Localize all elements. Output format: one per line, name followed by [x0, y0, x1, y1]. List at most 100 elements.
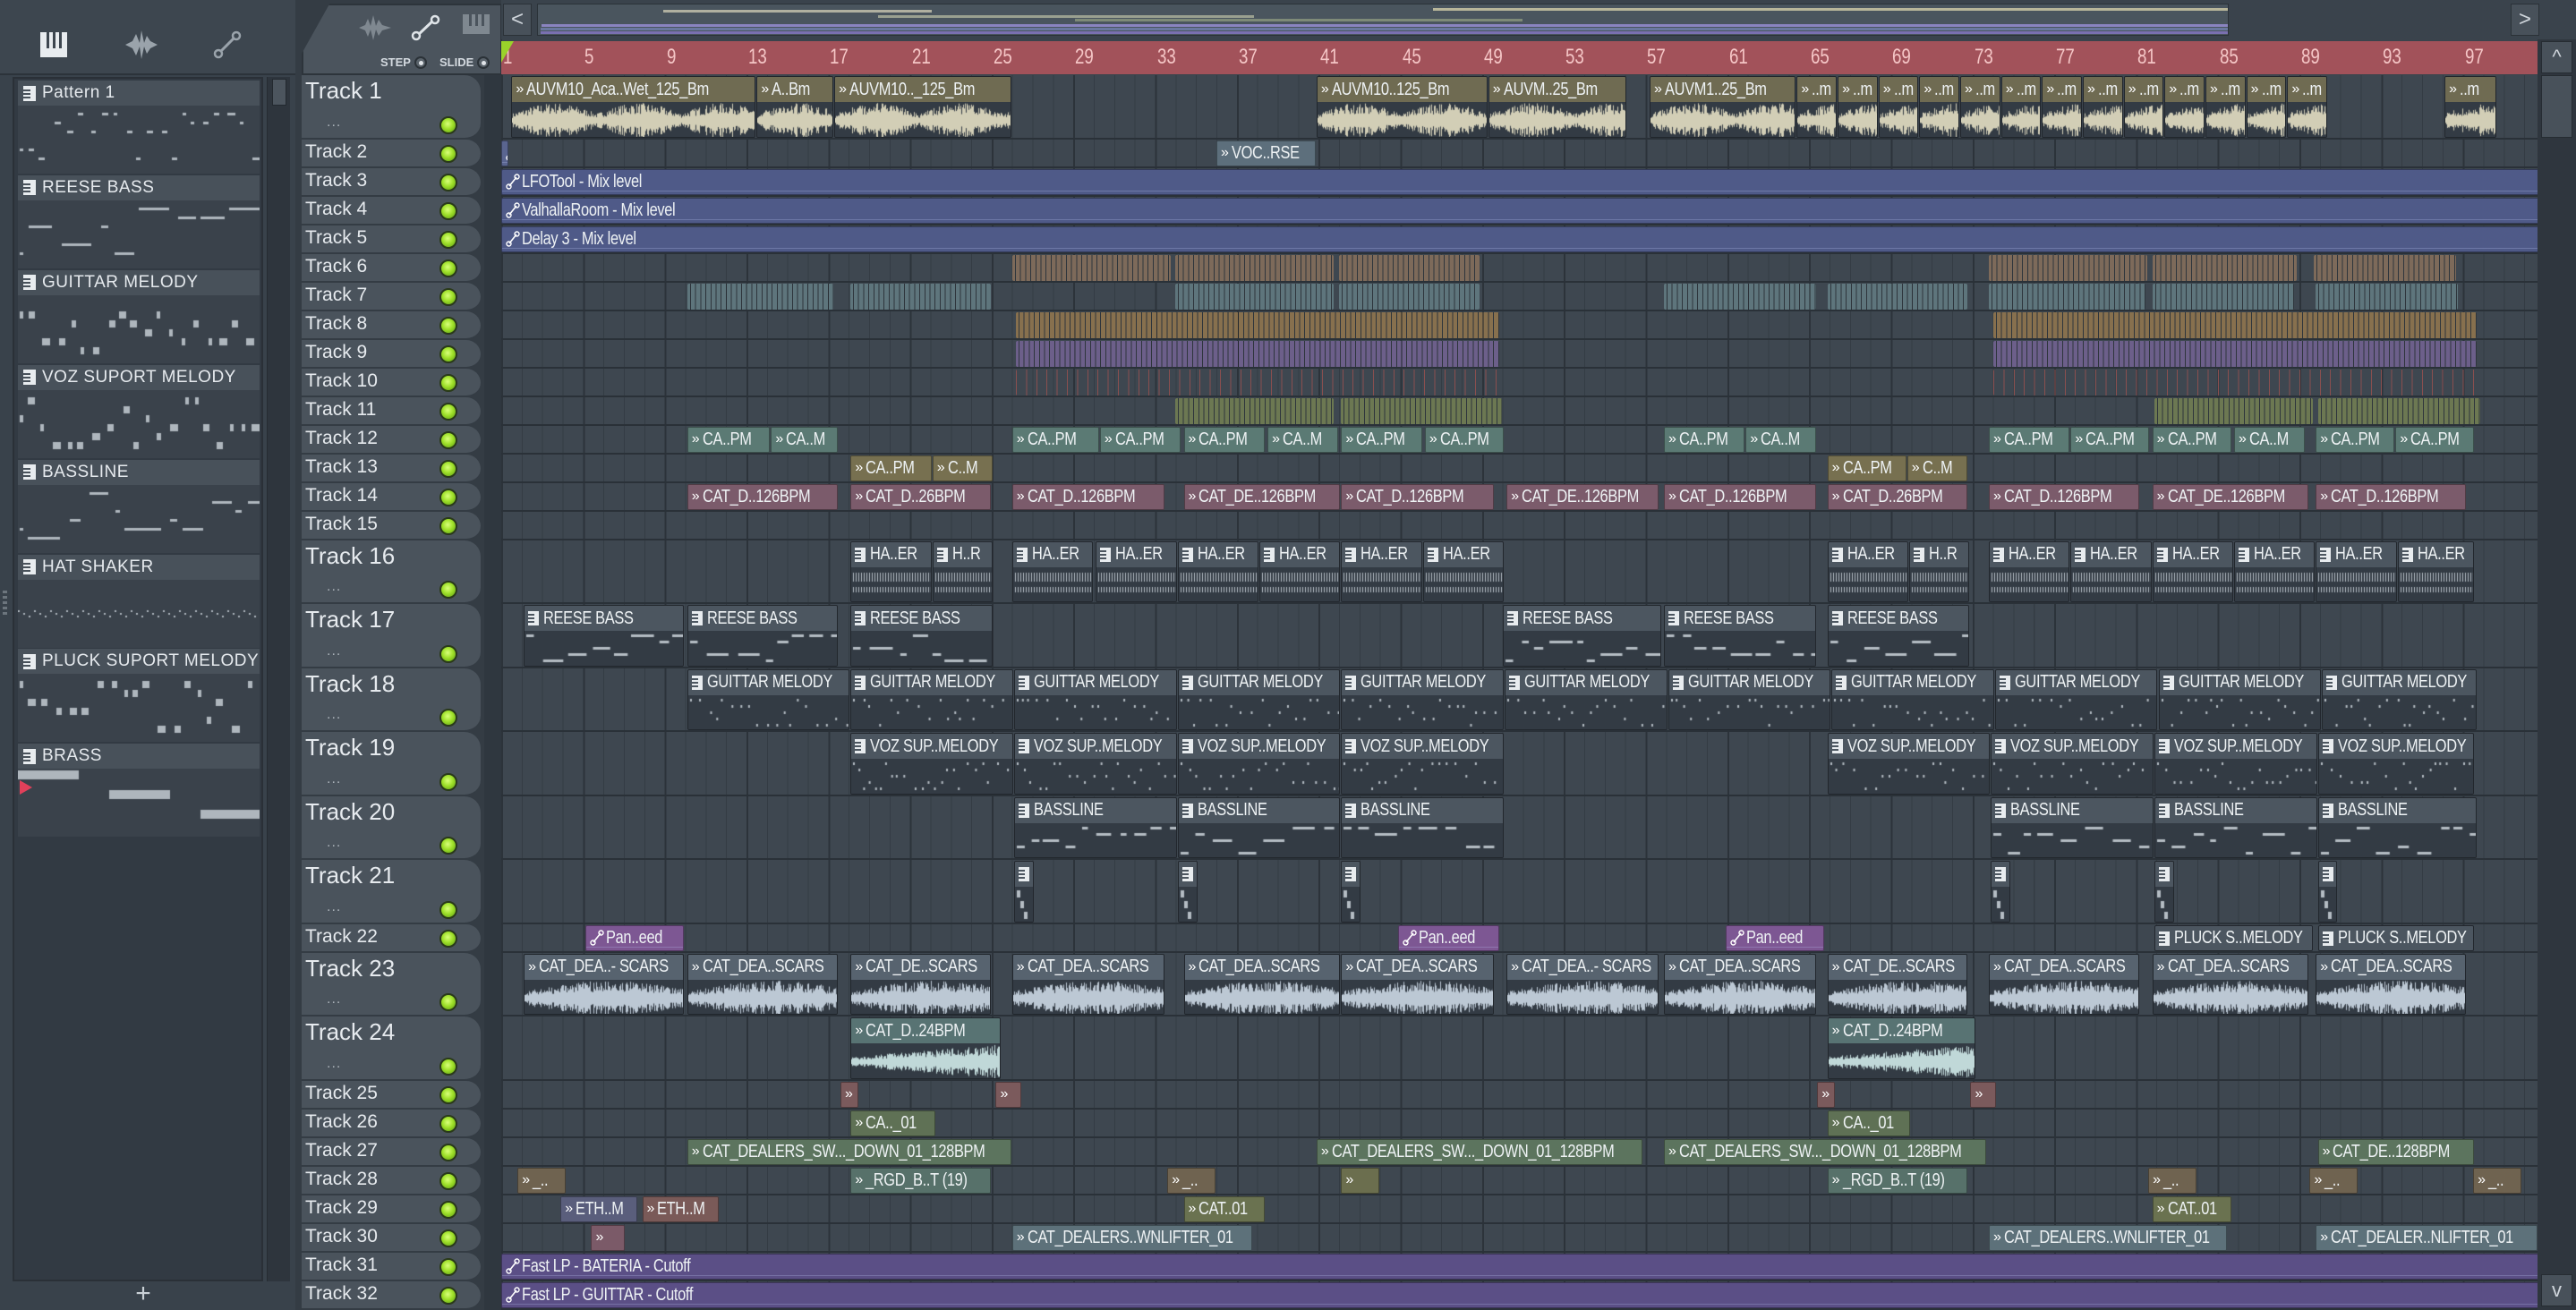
- clip-header[interactable]: BASSLINE: [1178, 797, 1340, 823]
- clip[interactable]: » A..Bm: [756, 76, 834, 138]
- clip[interactable]: HA..ER: [1422, 540, 1504, 602]
- track-row[interactable]: » CA..PM» C..M» CA..PM» C..M: [501, 454, 2538, 483]
- pattern-item[interactable]: HAT SHAKER: [18, 554, 260, 648]
- track-name[interactable]: Track 10: [305, 370, 378, 392]
- track-enable-led[interactable]: [439, 516, 457, 535]
- clip[interactable]: [1177, 861, 1198, 923]
- clip-header[interactable]: GUITTAR MELODY: [1995, 669, 2157, 695]
- clip[interactable]: REESE BASS: [687, 605, 838, 667]
- clip[interactable]: » ..m: [1960, 76, 2000, 138]
- clip-header[interactable]: » _..: [1168, 1168, 1215, 1193]
- clip-header[interactable]: VOZ SUP..MELODY: [851, 734, 1013, 759]
- clip-header[interactable]: » CAT_D..126BPM: [687, 484, 837, 509]
- track-name[interactable]: Track 16: [305, 542, 395, 570]
- track-row[interactable]: LFOTool - Mix level: [501, 167, 2538, 197]
- clip[interactable]: VOZ SUP..MELODY: [1014, 733, 1177, 795]
- clip-header[interactable]: » ..m: [2288, 77, 2326, 102]
- track-header[interactable]: Track 20...: [302, 795, 481, 860]
- clip-header[interactable]: HA..ER: [1423, 541, 1503, 567]
- clip[interactable]: » CAT_DE..126BPM: [1183, 483, 1341, 510]
- clip-header[interactable]: VOZ SUP..MELODY: [2318, 734, 2474, 759]
- track-enable-led[interactable]: [439, 1143, 457, 1161]
- playhead-marker[interactable]: [501, 41, 514, 63]
- clip-header[interactable]: REESE BASS: [1503, 606, 1660, 631]
- clip[interactable]: » CAT_D..26BPM: [850, 483, 991, 510]
- track-header[interactable]: Track 21...: [302, 860, 481, 924]
- clip-header[interactable]: HA..ER: [2153, 541, 2232, 567]
- clip[interactable]: » AUVM..25_Bm: [1488, 76, 1626, 138]
- clip[interactable]: » CAT_DEALER..NLIFTER_01: [2316, 1224, 2538, 1251]
- clip-header[interactable]: GUITTAR MELODY: [1342, 669, 1503, 695]
- track-row[interactable]: [501, 253, 2538, 283]
- step-radio[interactable]: [414, 55, 427, 69]
- clip-header[interactable]: VOZ SUP..MELODY: [1992, 734, 2153, 759]
- clip-header[interactable]: » CA.._01: [851, 1110, 935, 1136]
- track-enable-led[interactable]: [439, 488, 457, 506]
- audio-clip-icon[interactable]: [122, 25, 161, 64]
- clip[interactable]: » _..: [517, 1167, 567, 1194]
- track-enable-led[interactable]: [439, 837, 457, 855]
- scroll-up-button[interactable]: ^: [2541, 41, 2572, 73]
- clip[interactable]: [1175, 397, 1335, 424]
- track-name[interactable]: Track 20: [305, 798, 395, 826]
- clip-header[interactable]: » C..M: [933, 455, 993, 481]
- clip-header[interactable]: HA..ER: [1828, 541, 1907, 567]
- clip-header[interactable]: » CAT_D..126BPM: [1990, 484, 2138, 509]
- track-enable-led[interactable]: [439, 900, 457, 919]
- clip-header[interactable]: » CAT_DEA..SCARS: [1342, 954, 1493, 980]
- track-row[interactable]: [501, 511, 2538, 540]
- track-header[interactable]: Track 27: [302, 1137, 481, 1167]
- clip-header[interactable]: » AUVM10..125_Bm: [1317, 77, 1487, 102]
- track-header[interactable]: Track 12: [302, 425, 481, 455]
- track-row[interactable]: [501, 368, 2538, 397]
- track-row[interactable]: [501, 282, 2538, 311]
- clip-header[interactable]: » AUVM10_Aca..Wet_125_Bm: [512, 77, 755, 102]
- clip[interactable]: H..R: [1908, 540, 1970, 602]
- clip-header[interactable]: GUITTAR MELODY: [1015, 669, 1176, 695]
- pattern-header[interactable]: HAT SHAKER: [18, 554, 260, 580]
- clip[interactable]: » _..: [1167, 1167, 1216, 1194]
- clip[interactable]: » ..m: [2123, 76, 2164, 138]
- clip[interactable]: » VOC..RSE: [1216, 140, 1316, 166]
- pattern-item[interactable]: Pattern 1: [18, 81, 260, 174]
- clip[interactable]: HA..ER: [2316, 540, 2397, 602]
- clip-header[interactable]: » CA..PM: [1425, 427, 1503, 452]
- clip-header[interactable]: » ..m: [2445, 77, 2496, 102]
- clip[interactable]: BASSLINE: [1014, 796, 1177, 858]
- clip[interactable]: » CAT_DEALERS_SW..._DOWN_01_128BPM: [1316, 1138, 1643, 1165]
- clip[interactable]: » _RGD_B..T (19): [1827, 1167, 1968, 1194]
- clip-header[interactable]: HA..ER: [1990, 541, 2069, 567]
- clip-header[interactable]: » CAT_DEA..SCARS: [2316, 954, 2466, 980]
- track-enable-led[interactable]: [439, 144, 457, 163]
- clip-header[interactable]: [2318, 862, 2337, 887]
- clip-header[interactable]: HA..ER: [1178, 541, 1258, 567]
- track-name[interactable]: Track 1: [305, 77, 382, 105]
- track-enable-led[interactable]: [439, 430, 457, 449]
- clip[interactable]: BASSLINE: [2317, 796, 2477, 858]
- clip[interactable]: [2317, 861, 2338, 923]
- piano-roll-tool-icon[interactable]: [463, 14, 490, 40]
- track-name[interactable]: Track 11: [305, 399, 376, 421]
- clip[interactable]: HA..ER: [1096, 540, 1177, 602]
- clip[interactable]: » ..m: [1838, 76, 1878, 138]
- clip[interactable]: » CAT_D..126BPM: [1011, 483, 1164, 510]
- clip-header[interactable]: PLUCK S..MELODY: [2318, 925, 2474, 950]
- clip-header[interactable]: » CAT_DE..126BPM: [2153, 484, 2308, 509]
- track-header[interactable]: Track 29: [302, 1195, 481, 1224]
- clip[interactable]: » CAT_D..24BPM: [1827, 1017, 1976, 1079]
- track-row[interactable]: » _..» _RGD_B..T (19)» _..»» _RGD_B..T (19)»…: [501, 1166, 2538, 1195]
- clip-header[interactable]: » CAT_D..126BPM: [1012, 484, 1164, 509]
- clip[interactable]: [1341, 397, 1502, 424]
- track-name[interactable]: Track 12: [305, 428, 378, 449]
- clip-header[interactable]: » _..: [2149, 1168, 2196, 1193]
- clip[interactable]: » CA..PM: [1827, 455, 1906, 481]
- clip[interactable]: » CA..M: [2233, 426, 2305, 453]
- clip[interactable]: » CA..PM: [1989, 426, 2070, 453]
- track-row[interactable]: Fast LP - GUITTAR - Cutoff: [501, 1280, 2538, 1310]
- scroll-down-button[interactable]: v: [2541, 1274, 2572, 1306]
- clip-header[interactable]: »: [840, 1082, 857, 1107]
- clip[interactable]: [1992, 369, 2477, 396]
- track-name[interactable]: Track 26: [305, 1111, 378, 1133]
- clip[interactable]: [1014, 861, 1034, 923]
- track-row[interactable]: Fast LP - BATERIA - Cutoff: [501, 1252, 2538, 1281]
